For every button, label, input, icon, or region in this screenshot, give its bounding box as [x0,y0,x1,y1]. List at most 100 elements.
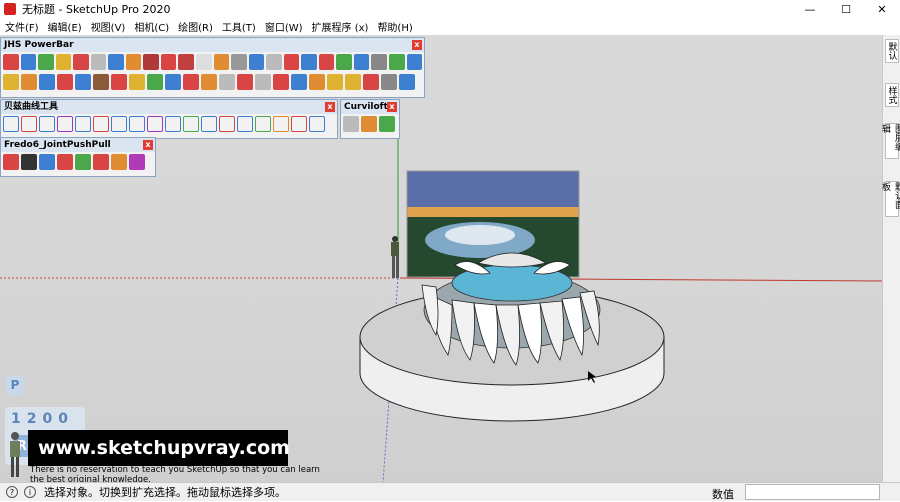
pushpull-tool-icon[interactable] [75,154,91,170]
model-viewport[interactable]: JHS PowerBar x 贝兹曲线工具 x Curviloft x Fred… [0,35,882,482]
tool-icon[interactable] [399,74,415,90]
curve-tool-icon[interactable] [75,116,91,132]
tool-icon[interactable] [248,54,265,70]
menu-view[interactable]: 视图(V) [88,19,132,34]
maximize-button[interactable]: ☐ [828,0,864,18]
tool-icon[interactable] [160,54,177,70]
tool-icon[interactable] [38,54,54,70]
pushpull-tool-icon[interactable] [39,154,55,170]
tool-icon[interactable] [57,74,73,90]
tool-icon[interactable] [129,74,145,90]
toolbar-close-button[interactable]: x [412,40,422,50]
p-button[interactable]: P [6,375,24,395]
curve-tool-icon[interactable] [165,116,181,132]
toolbar-close-button[interactable]: x [325,102,335,112]
toolbar-close-button[interactable]: x [387,102,397,112]
pushpull-tool-icon[interactable] [3,154,19,170]
tool-icon[interactable] [93,74,109,90]
tool-icon[interactable] [219,74,235,90]
curve-tool-icon[interactable] [237,116,253,132]
tool-icon[interactable] [125,54,142,70]
curve-tool-icon[interactable] [57,116,73,132]
tool-icon[interactable] [353,54,370,70]
curve-tool-icon[interactable] [39,116,55,132]
tool-icon[interactable] [327,74,343,90]
curve-tool-icon[interactable] [183,116,199,132]
menu-camera[interactable]: 相机(C) [131,19,175,34]
toolbar-close-button[interactable]: x [143,140,153,150]
tool-icon[interactable] [266,54,282,70]
tool-icon[interactable] [309,74,325,90]
menu-tools[interactable]: 工具(T) [219,19,262,34]
curve-tool-icon[interactable] [255,116,271,132]
tool-icon[interactable] [201,74,217,90]
tool-icon[interactable] [111,74,127,90]
path-loft-tool-icon[interactable] [379,116,395,132]
curve-tool-icon[interactable] [129,116,145,132]
tool-icon[interactable] [255,74,271,90]
curve-tool-icon[interactable] [3,116,19,132]
pushpull-tool-icon[interactable] [93,154,109,170]
tray-tab-default-panel[interactable]: 默认面板 [880,181,900,217]
tool-icon[interactable] [147,74,163,90]
tray-tab-styles[interactable]: 样式 [885,83,899,107]
tool-icon[interactable] [55,54,72,70]
tray-tab-default[interactable]: 默认 [885,39,899,63]
tool-icon[interactable] [183,74,199,90]
curve-tool-icon[interactable] [309,116,325,132]
measurements-input[interactable] [745,484,880,500]
menu-draw[interactable]: 绘图(R) [175,19,219,34]
menu-file[interactable]: 文件(F) [2,19,45,34]
minimize-button[interactable]: — [792,0,828,18]
tool-icon[interactable] [108,54,124,70]
tool-icon[interactable] [196,54,212,70]
tool-icon[interactable] [3,74,19,90]
pushpull-tool-icon[interactable] [111,154,127,170]
tool-icon[interactable] [283,54,300,70]
tool-icon[interactable] [381,74,397,90]
tool-icon[interactable] [90,54,107,70]
info-icon[interactable]: i [24,486,36,498]
tool-icon[interactable] [20,54,37,70]
menu-window[interactable]: 窗口(W) [262,19,309,34]
curve-tool-icon[interactable] [147,116,163,132]
pushpull-tool-icon[interactable] [57,154,73,170]
tool-icon[interactable] [371,54,388,70]
help-icon[interactable]: ? [6,486,18,498]
tool-icon[interactable] [73,54,89,70]
tool-icon[interactable] [345,74,361,90]
tool-icon[interactable] [3,54,19,70]
tool-icon[interactable] [237,74,253,90]
loft-tool-icon[interactable] [343,116,359,132]
curve-tool-icon[interactable] [201,116,217,132]
menu-extensions[interactable]: 扩展程序 (x) [309,19,375,34]
tool-icon[interactable] [318,54,335,70]
tool-icon[interactable] [336,54,352,70]
pushpull-tool-icon[interactable] [21,154,37,170]
menu-edit[interactable]: 编辑(E) [45,19,88,34]
tool-icon[interactable] [273,74,289,90]
tool-icon[interactable] [231,54,247,70]
skin-tool-icon[interactable] [361,116,377,132]
tray-tab-layers[interactable]: 图层编辑 [880,123,900,159]
close-button[interactable]: ✕ [864,0,900,18]
pushpull-tool-icon[interactable] [129,154,145,170]
tool-icon[interactable] [21,74,37,90]
tool-icon[interactable] [178,54,195,70]
tool-icon[interactable] [406,54,423,70]
tool-icon[interactable] [389,54,405,70]
curve-tool-icon[interactable] [291,116,307,132]
tool-icon[interactable] [301,54,317,70]
tool-icon[interactable] [291,74,307,90]
curve-tool-icon[interactable] [21,116,37,132]
tool-icon[interactable] [75,74,91,90]
curve-tool-icon[interactable] [93,116,109,132]
curve-tool-icon[interactable] [273,116,289,132]
menu-help[interactable]: 帮助(H) [374,19,418,34]
tool-icon[interactable] [363,74,379,90]
tool-icon[interactable] [39,74,55,90]
curve-tool-icon[interactable] [219,116,235,132]
tool-icon[interactable] [213,54,230,70]
curve-tool-icon[interactable] [111,116,127,132]
tool-icon[interactable] [143,54,159,70]
